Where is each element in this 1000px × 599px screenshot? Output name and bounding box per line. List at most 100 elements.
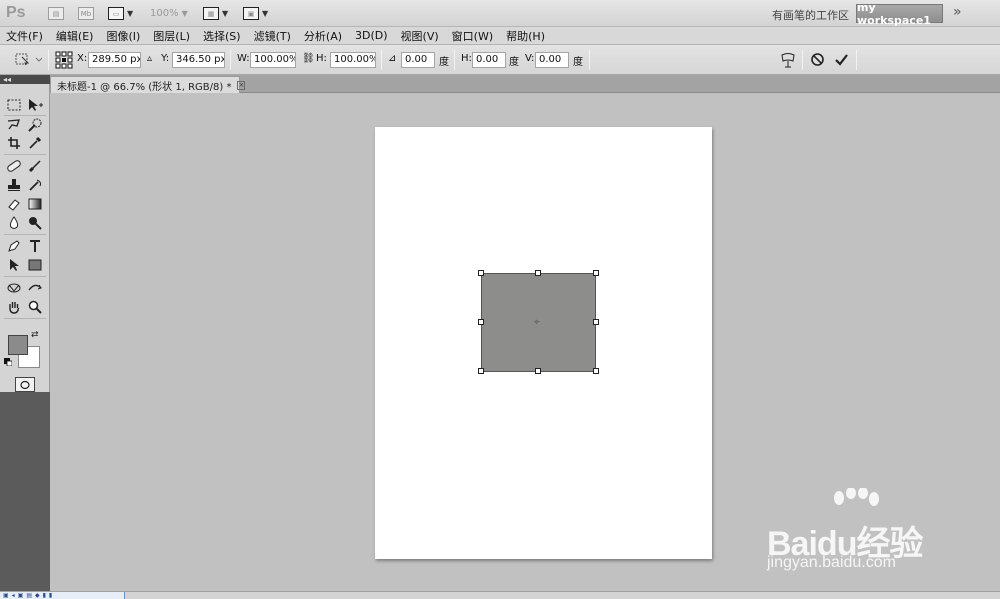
healing-brush-tool[interactable] [5,157,23,175]
tool-preset-picker[interactable] [14,51,43,70]
dodge-tool[interactable] [26,214,44,232]
mini-bridge-icon: Mb [78,7,94,20]
divider [589,50,590,70]
3d-orbit-icon [28,284,42,291]
document-tab[interactable]: 未标题-1 @ 66.7% (形状 1, RGB/8) * × [50,76,246,93]
quick-selection-tool[interactable] [26,116,44,134]
menu-window[interactable]: 窗口(W) [452,28,493,44]
foreground-color-swatch[interactable] [8,335,28,355]
menu-edit[interactable]: 编辑(E) [56,28,94,44]
cancel-transform-button[interactable] [810,52,825,70]
stamp-icon [8,179,20,191]
menu-view[interactable]: 视图(V) [401,28,439,44]
workspace-switcher-button[interactable]: my workspace1 [856,1,943,27]
pen-tool[interactable] [5,237,23,255]
transform-center-icon[interactable]: ⌖ [534,318,540,328]
collapse-panel-icon[interactable]: ◂◂ [0,75,50,84]
menu-select[interactable]: 选择(S) [203,28,241,44]
rectangle-tool[interactable] [26,256,44,274]
marquee-tool[interactable] [5,96,23,114]
rotation-unit: 度 [439,57,449,68]
zoom-level-value: 100% [150,8,179,19]
lasso-tool[interactable] [5,116,23,134]
gradient-tool[interactable] [26,195,44,213]
type-tool[interactable] [26,237,44,255]
dodge-icon [29,217,42,230]
baidu-watermark: Baidu经验 jingyan.baidu.com [765,488,955,578]
link-icon[interactable]: ⛓ [302,53,315,64]
history-brush-tool[interactable] [26,176,44,194]
divider [4,318,46,319]
default-colors-icon[interactable] [4,358,12,366]
menu-image[interactable]: 图像(I) [106,28,140,44]
type-icon [30,240,40,252]
v-skew-unit: 度 [573,57,583,68]
launch-bridge-button[interactable]: ▤ [48,5,64,22]
path-selection-tool[interactable] [5,256,23,274]
menu-filter[interactable]: 滤镜(T) [254,28,291,44]
y-position-field[interactable]: 346.50 px [172,52,225,68]
hand-tool[interactable] [5,298,23,316]
move-tool[interactable] [26,96,44,114]
vertical-skew-field[interactable]: 0.00 [535,52,569,68]
transform-handle-top[interactable] [535,270,541,276]
rotation-field[interactable]: 0.00 [401,52,435,68]
warp-icon [781,53,795,68]
gradient-icon [28,198,42,210]
magnifier-icon [28,300,42,314]
more-workspaces-icon[interactable]: » [953,4,962,20]
quick-mask-button[interactable] [15,377,35,392]
3d-rotate-tool[interactable] [5,279,23,297]
chevron-down-icon: ▼ [262,9,269,18]
brush-tool[interactable] [26,157,44,175]
document-canvas[interactable]: ⌖ [375,127,712,559]
reference-point-locator[interactable] [55,51,73,72]
transform-handle-bottom[interactable] [535,368,541,374]
width-scale-field[interactable]: 100.00% [250,52,296,68]
horizontal-skew-field[interactable]: 0.00 [472,52,506,68]
checkmark-icon [835,54,848,66]
view-extras-icon: ▭ [108,7,124,20]
mini-bridge-button[interactable]: Mb [78,5,94,22]
view-extras-button[interactable]: ▭ ▼ [108,5,133,22]
blur-tool[interactable] [5,214,23,232]
workspace-painting[interactable]: 有画笔的工作区 [772,7,849,23]
bridge-icon: ▤ [48,7,64,20]
transform-handle-bottom-left[interactable] [478,368,484,374]
path-selection-icon [10,259,19,271]
watermark-url: jingyan.baidu.com [767,554,896,571]
crop-tool[interactable] [5,134,23,152]
relative-position-icon[interactable]: ▵ [147,53,152,64]
tools-panel: ◂◂ ⇄ [0,75,50,595]
menu-layer[interactable]: 图层(L) [153,28,190,44]
3d-rotate-icon [7,283,21,293]
pen-icon [8,240,20,252]
height-scale-field[interactable]: 100.00% [330,52,376,68]
v-skew-label: V: [525,53,535,64]
warp-mode-button[interactable] [780,52,796,71]
screen-mode-button[interactable]: ▣ ▼ [243,5,268,22]
divider [4,154,46,155]
clone-stamp-tool[interactable] [5,176,23,194]
shape-layer[interactable]: ⌖ [481,273,596,372]
menu-file[interactable]: 文件(F) [6,28,43,44]
commit-transform-button[interactable] [834,52,849,70]
3d-orbit-tool[interactable] [26,279,44,297]
arrange-documents-button[interactable]: ▦ ▼ [203,5,228,22]
zoom-level-dropdown[interactable]: 100% ▼ [150,5,188,22]
zoom-tool[interactable] [26,298,44,316]
document-tab-title: 未标题-1 @ 66.7% (形状 1, RGB/8) * [57,81,232,93]
menu-analysis[interactable]: 分析(A) [304,28,342,44]
transform-handle-top-left[interactable] [478,270,484,276]
close-icon[interactable]: × [237,80,246,90]
menu-help[interactable]: 帮助(H) [506,28,545,44]
eyedropper-tool[interactable] [26,134,44,152]
menu-3d[interactable]: 3D(D) [355,29,388,42]
x-position-field[interactable]: 289.50 px [88,52,141,68]
transform-handle-left[interactable] [478,319,484,325]
swap-colors-icon[interactable]: ⇄ [31,330,39,340]
eraser-tool[interactable] [5,195,23,213]
transform-handle-top-right[interactable] [593,270,599,276]
transform-handle-right[interactable] [593,319,599,325]
transform-handle-bottom-right[interactable] [593,368,599,374]
